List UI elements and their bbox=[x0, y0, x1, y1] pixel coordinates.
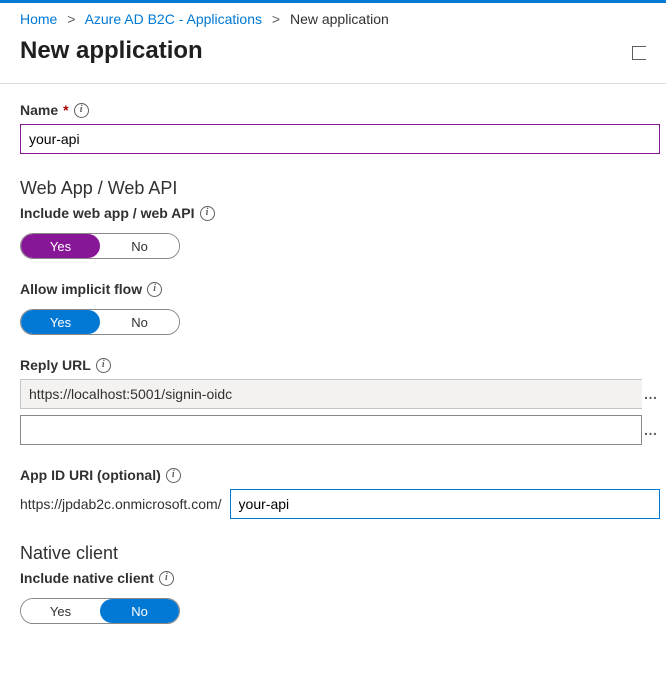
app-id-uri-prefix: https://jpdab2c.onmicrosoft.com/ bbox=[20, 496, 222, 512]
chevron-right-icon: > bbox=[67, 11, 75, 27]
reply-url-label-text: Reply URL bbox=[20, 357, 91, 373]
reply-url-input-2[interactable] bbox=[20, 415, 642, 445]
app-id-uri-label: App ID URI (optional) i bbox=[20, 467, 666, 483]
app-id-uri-input[interactable] bbox=[230, 489, 660, 519]
implicit-flow-yes[interactable]: Yes bbox=[21, 310, 100, 334]
pin-icon[interactable] bbox=[632, 46, 646, 60]
web-section-heading: Web App / Web API bbox=[20, 178, 666, 199]
include-native-label: Include native client i bbox=[20, 570, 666, 586]
breadcrumb-current: New application bbox=[290, 11, 389, 27]
name-label-text: Name bbox=[20, 102, 58, 118]
include-native-no[interactable]: No bbox=[100, 599, 179, 623]
required-star: * bbox=[63, 102, 68, 118]
app-id-uri-label-text: App ID URI (optional) bbox=[20, 467, 161, 483]
info-icon[interactable]: i bbox=[96, 358, 111, 373]
include-web-yes[interactable]: Yes bbox=[21, 234, 100, 258]
info-icon[interactable]: i bbox=[166, 468, 181, 483]
breadcrumb-home[interactable]: Home bbox=[20, 11, 57, 27]
implicit-flow-label: Allow implicit flow i bbox=[20, 281, 666, 297]
include-web-no[interactable]: No bbox=[100, 234, 179, 258]
info-icon[interactable]: i bbox=[147, 282, 162, 297]
reply-url-label: Reply URL i bbox=[20, 357, 666, 373]
info-icon[interactable]: i bbox=[200, 206, 215, 221]
include-native-label-text: Include native client bbox=[20, 570, 154, 586]
chevron-right-icon: > bbox=[272, 11, 280, 27]
implicit-flow-no[interactable]: No bbox=[100, 310, 179, 334]
implicit-flow-label-text: Allow implicit flow bbox=[20, 281, 142, 297]
form-area: Name * i Web App / Web API Include web a… bbox=[0, 84, 666, 666]
include-native-toggle[interactable]: Yes No bbox=[20, 598, 180, 624]
name-label: Name * i bbox=[20, 102, 666, 118]
reply-url-input-1[interactable] bbox=[20, 379, 642, 409]
breadcrumb: Home > Azure AD B2C - Applications > New… bbox=[0, 3, 666, 33]
include-web-label: Include web app / web API i bbox=[20, 205, 666, 221]
include-native-yes[interactable]: Yes bbox=[21, 599, 100, 623]
more-icon[interactable]: … bbox=[642, 386, 660, 402]
breadcrumb-applications[interactable]: Azure AD B2C - Applications bbox=[85, 11, 262, 27]
page-title: New application bbox=[20, 37, 203, 65]
info-icon[interactable]: i bbox=[74, 103, 89, 118]
more-icon[interactable]: … bbox=[642, 422, 660, 438]
info-icon[interactable]: i bbox=[159, 571, 174, 586]
implicit-flow-toggle[interactable]: Yes No bbox=[20, 309, 180, 335]
native-section-heading: Native client bbox=[20, 543, 666, 564]
include-web-toggle[interactable]: Yes No bbox=[20, 233, 180, 259]
include-web-label-text: Include web app / web API bbox=[20, 205, 195, 221]
name-input[interactable] bbox=[20, 124, 660, 154]
